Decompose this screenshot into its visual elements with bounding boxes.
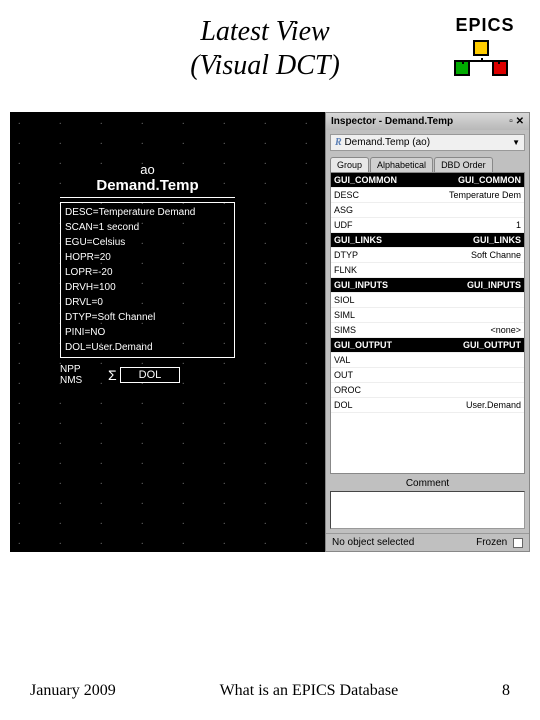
grid-value: GUI_COMMON bbox=[401, 173, 524, 187]
grid-key: OROC bbox=[331, 383, 401, 397]
grid-key: GUI_COMMON bbox=[331, 173, 401, 187]
comment-label: Comment bbox=[326, 478, 529, 489]
grid-key: OUT bbox=[331, 368, 401, 382]
grid-row[interactable]: SIMS<none> bbox=[331, 323, 524, 338]
grid-key: GUI_LINKS bbox=[331, 233, 401, 247]
inspector-property-grid[interactable]: GUI_COMMONGUI_COMMONDESCTemperature DemA… bbox=[330, 172, 525, 474]
grid-row[interactable]: FLNK bbox=[331, 263, 524, 278]
chevron-down-icon: ▼ bbox=[512, 138, 520, 147]
tab-dbd-order[interactable]: DBD Order bbox=[434, 157, 493, 172]
grid-value bbox=[401, 293, 524, 307]
sigma-icon: Σ bbox=[108, 367, 117, 383]
footer-page: 8 bbox=[502, 682, 510, 700]
record-name: Demand.Temp bbox=[60, 177, 235, 198]
grid-key: SIMS bbox=[331, 323, 401, 337]
tab-group[interactable]: Group bbox=[330, 157, 369, 172]
grid-value: Temperature Dem bbox=[401, 188, 524, 202]
title-line-2: (Visual DCT) bbox=[80, 49, 450, 83]
grid-key: GUI_OUTPUT bbox=[331, 338, 401, 352]
grid-key: DESC bbox=[331, 188, 401, 202]
record-field: SCAN=1 second bbox=[65, 220, 230, 235]
status-frozen-label: Frozen bbox=[476, 537, 507, 548]
grid-value bbox=[401, 203, 524, 217]
record-type: ao bbox=[60, 162, 235, 177]
dol-flags: NPP NMS bbox=[60, 364, 105, 386]
grid-key: VAL bbox=[331, 353, 401, 367]
grid-value: GUI_OUTPUT bbox=[401, 338, 524, 352]
record-field: DESC=Temperature Demand bbox=[65, 205, 230, 220]
grid-header: GUI_OUTPUTGUI_OUTPUT bbox=[331, 338, 524, 353]
record-field: DRVL=0 bbox=[65, 295, 230, 310]
record-fields: DESC=Temperature DemandSCAN=1 secondEGU=… bbox=[60, 202, 235, 358]
grid-row[interactable]: UDF1 bbox=[331, 218, 524, 233]
record-field: DRVH=100 bbox=[65, 280, 230, 295]
record-dol-row: NPP NMS Σ DOL bbox=[60, 364, 235, 386]
grid-row[interactable]: SIML bbox=[331, 308, 524, 323]
record-field: HOPR=20 bbox=[65, 250, 230, 265]
epics-logo-text: EPICS bbox=[450, 15, 520, 36]
grid-value: Soft Channe bbox=[401, 248, 524, 262]
page-title: Latest View (Visual DCT) bbox=[20, 15, 450, 82]
frozen-checkbox[interactable] bbox=[513, 538, 523, 548]
grid-key: UDF bbox=[331, 218, 401, 232]
grid-value: User.Demand bbox=[401, 398, 524, 412]
tab-alphabetical[interactable]: Alphabetical bbox=[370, 157, 433, 172]
grid-value bbox=[401, 263, 524, 277]
grid-row[interactable]: OROC bbox=[331, 383, 524, 398]
grid-row[interactable]: ASG bbox=[331, 203, 524, 218]
window-controls-icon[interactable]: ▫ ✕ bbox=[509, 116, 524, 127]
grid-row[interactable]: VAL bbox=[331, 353, 524, 368]
grid-row[interactable]: DESCTemperature Dem bbox=[331, 188, 524, 203]
canvas[interactable]: . . . . . . . . . . . . . . . . . . . . … bbox=[10, 112, 530, 552]
grid-key: FLNK bbox=[331, 263, 401, 277]
grid-header: GUI_LINKSGUI_LINKS bbox=[331, 233, 524, 248]
grid-value bbox=[401, 368, 524, 382]
grid-key: GUI_INPUTS bbox=[331, 278, 401, 292]
inspector-record-select-label: Demand.Temp (ao) bbox=[344, 137, 430, 148]
record-field: DTYP=Soft Channel bbox=[65, 310, 230, 325]
grid-header: GUI_COMMONGUI_COMMON bbox=[331, 173, 524, 188]
inspector-tabs: Group Alphabetical DBD Order bbox=[330, 157, 525, 172]
grid-value bbox=[401, 308, 524, 322]
grid-header: GUI_INPUTSGUI_INPUTS bbox=[331, 278, 524, 293]
grid-row[interactable]: SIOL bbox=[331, 293, 524, 308]
inspector-panel: Inspector - Demand.Temp ▫ ✕ R Demand.Tem… bbox=[325, 112, 530, 552]
grid-value: <none> bbox=[401, 323, 524, 337]
status-bar: No object selected Frozen bbox=[326, 533, 529, 551]
comment-input[interactable] bbox=[330, 491, 525, 529]
inspector-titlebar[interactable]: Inspector - Demand.Temp ▫ ✕ bbox=[326, 113, 529, 130]
grid-value bbox=[401, 383, 524, 397]
record-block[interactable]: ao Demand.Temp DESC=Temperature DemandSC… bbox=[60, 162, 235, 386]
inspector-title-prefix: Inspector - bbox=[331, 116, 382, 127]
grid-key: SIOL bbox=[331, 293, 401, 307]
epics-logo: EPICS bbox=[450, 15, 520, 76]
grid-key: SIML bbox=[331, 308, 401, 322]
grid-key: ASG bbox=[331, 203, 401, 217]
grid-row[interactable]: OUT bbox=[331, 368, 524, 383]
grid-key: DTYP bbox=[331, 248, 401, 262]
dol-label: DOL bbox=[120, 367, 181, 383]
record-field: DOL=User.Demand bbox=[65, 340, 230, 355]
record-field: LOPR=-20 bbox=[65, 265, 230, 280]
grid-value bbox=[401, 353, 524, 367]
title-line-1: Latest View bbox=[80, 15, 450, 49]
grid-row[interactable]: DTYPSoft Channe bbox=[331, 248, 524, 263]
grid-key: DOL bbox=[331, 398, 401, 412]
footer-caption: What is an EPICS Database bbox=[116, 682, 502, 700]
epics-logo-icon bbox=[450, 40, 512, 76]
footer-date: January 2009 bbox=[30, 682, 116, 700]
record-field: PINI=NO bbox=[65, 325, 230, 340]
inspector-record-select[interactable]: R Demand.Temp (ao) ▼ bbox=[330, 134, 525, 151]
status-left: No object selected bbox=[332, 537, 414, 548]
grid-row[interactable]: DOLUser.Demand bbox=[331, 398, 524, 413]
inspector-title-object: Demand.Temp bbox=[385, 116, 453, 127]
grid-value: GUI_INPUTS bbox=[401, 278, 524, 292]
record-field: EGU=Celsius bbox=[65, 235, 230, 250]
grid-value: GUI_LINKS bbox=[401, 233, 524, 247]
footer: January 2009 What is an EPICS Database 8 bbox=[0, 682, 540, 700]
grid-value: 1 bbox=[401, 218, 524, 232]
